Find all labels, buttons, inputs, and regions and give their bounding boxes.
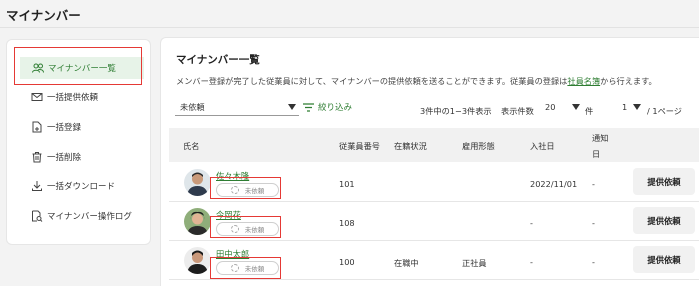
chevron-down-icon (288, 104, 296, 110)
per-page-label: 表示件数 (501, 106, 534, 116)
result-range: 3件中の1−3件表示 (420, 106, 492, 116)
header-notify-date-2: 日 (592, 149, 601, 159)
avatar (184, 247, 211, 274)
notify-date-cell: - (592, 179, 595, 189)
sidebar-item-label: 一括削除 (47, 153, 82, 163)
sidebar-item-label: マイナンバー一覧 (48, 64, 116, 74)
header-status: 在籍状況 (394, 141, 427, 151)
header-join-date: 入社日 (530, 141, 555, 151)
sidebar-item-bulk-register[interactable]: 一括登録 (7, 116, 152, 138)
filter-label: 絞り込み (318, 103, 353, 113)
header-name: 氏名 (183, 141, 200, 151)
status-badge: 未依頼 (216, 222, 279, 236)
sidebar-item-label: 一括提供依頼 (47, 93, 99, 103)
header-divider (0, 27, 699, 28)
select-value: 20 (545, 102, 556, 112)
table-row: 今岡花 未依頼 108 - - 提供依頼 (169, 203, 699, 241)
notify-date-cell: - (592, 218, 595, 228)
sidebar-item-bulk-download[interactable]: 一括ダウンロード (7, 175, 152, 197)
status-badge: 未依頼 (216, 261, 279, 275)
filter-button[interactable]: 絞り込み (303, 101, 352, 113)
emp-no-cell: 101 (339, 179, 355, 189)
mail-icon (31, 93, 43, 101)
emp-no-cell: 108 (339, 218, 355, 228)
request-status-select[interactable]: 未依頼 (175, 99, 299, 116)
join-date-cell: - (530, 257, 533, 267)
status-cell: 在職中 (394, 258, 419, 268)
avatar (184, 208, 211, 235)
employee-name-link[interactable]: 田中太郎 (216, 248, 249, 260)
request-button[interactable]: 提供依頼 (633, 207, 695, 234)
avatar (184, 169, 211, 196)
download-icon (32, 181, 42, 191)
request-button[interactable]: 提供依頼 (633, 168, 695, 195)
notify-date-cell: - (592, 257, 595, 267)
sidebar-item-label: マイナンバー操作ログ (47, 212, 132, 222)
description: メンバー登録が完了した従業員に対して、マイナンバーの提供依頼を送ることができます… (176, 75, 657, 87)
join-date-cell: - (530, 218, 533, 228)
page-select[interactable]: 1 (622, 99, 644, 116)
chevron-down-icon (572, 104, 580, 110)
employment-type-cell: 正社員 (462, 258, 487, 268)
page-title: マイナンバー (6, 8, 81, 23)
per-page-select[interactable]: 20 (545, 99, 583, 116)
emp-no-cell: 100 (339, 257, 355, 267)
filter-icon (303, 102, 314, 112)
sidebar-item-bulk-request[interactable]: 一括提供依頼 (7, 86, 152, 108)
sidebar-item-mynumber-list[interactable]: マイナンバー一覧 (20, 57, 144, 79)
sidebar: マイナンバー一覧 一括提供依頼 一括登録 一括削除 一括ダウンロード マイナンバ… (6, 39, 151, 245)
pending-icon (230, 264, 239, 272)
sidebar-item-label: 一括登録 (47, 123, 82, 133)
select-value: 未依頼 (180, 102, 205, 112)
select-value: 1 (622, 102, 628, 112)
join-date-cell: 2022/11/01 (530, 179, 578, 189)
main-panel: マイナンバー一覧 メンバー登録が完了した従業員に対して、マイナンバーの提供依頼を… (160, 37, 699, 286)
sidebar-item-label: 一括ダウンロード (47, 182, 116, 192)
header-emp-no: 従業員番号 (339, 141, 380, 151)
trash-icon (32, 152, 42, 163)
table-row: 田中太郎 未依頼 100 在職中 正社員 - - 提供依頼 (169, 242, 699, 280)
status-badge: 未依頼 (216, 183, 279, 197)
per-page-unit: 件 (585, 106, 594, 116)
page-total: / 1ページ (647, 106, 682, 116)
employee-directory-link[interactable]: 社員名簿 (567, 76, 600, 86)
request-button[interactable]: 提供依頼 (633, 246, 695, 273)
table-row: 佐々木隆 未依頼 101 2022/11/01 - 提供依頼 (169, 164, 699, 202)
sidebar-item-bulk-delete[interactable]: 一括削除 (7, 146, 152, 168)
badge-label: 未依頼 (244, 187, 265, 195)
pending-icon (230, 186, 239, 194)
chevron-down-icon (633, 104, 641, 110)
employee-name-link[interactable]: 佐々木隆 (216, 170, 249, 182)
badge-label: 未依頼 (244, 265, 265, 273)
users-icon (32, 63, 44, 73)
pending-icon (230, 225, 239, 233)
sidebar-item-operation-log[interactable]: マイナンバー操作ログ (7, 205, 152, 227)
document-add-icon (32, 121, 42, 133)
section-title: マイナンバー一覧 (176, 54, 260, 66)
header-notify-date: 通知 (592, 133, 609, 143)
description-text-suffix: から行えます。 (600, 76, 657, 86)
log-search-icon (32, 210, 43, 222)
table-header: 氏名 従業員番号 在籍状況 雇用形態 入社日 通知 日 (169, 128, 699, 162)
header-employment-type: 雇用形態 (462, 141, 495, 151)
employee-name-link[interactable]: 今岡花 (216, 209, 241, 221)
description-text: メンバー登録が完了した従業員に対して、マイナンバーの提供依頼を送ることができます… (176, 76, 568, 86)
badge-label: 未依頼 (244, 226, 265, 234)
